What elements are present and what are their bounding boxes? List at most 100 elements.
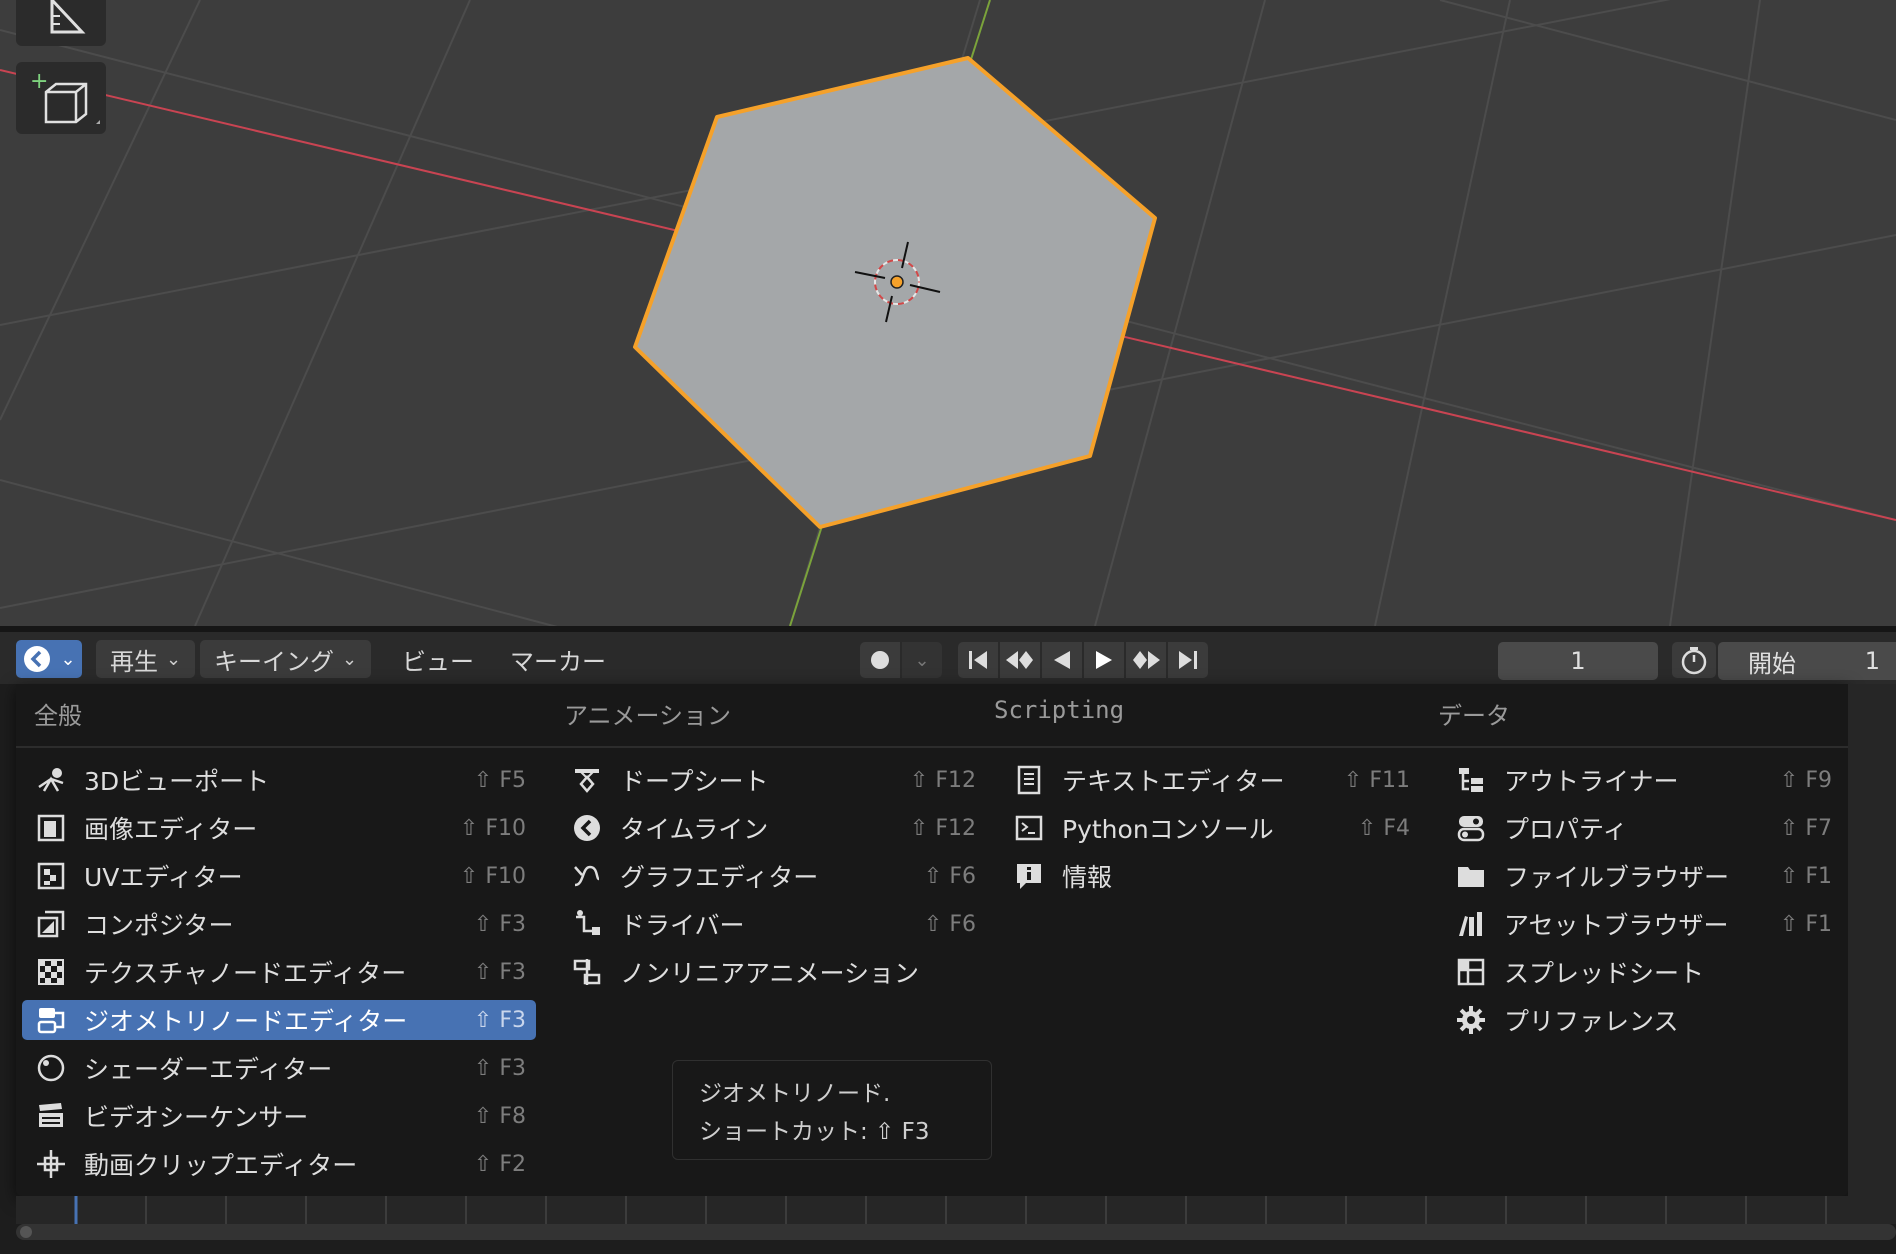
timeline-scrollbar[interactable]: [16, 1224, 1896, 1240]
jump-to-keyframe-back-button[interactable]: [1000, 642, 1040, 678]
menu-item-label: アセットブラウザー: [1504, 911, 1729, 940]
menu-item-outliner[interactable]: アウトライナー ⇧ F9: [1442, 760, 1842, 800]
marker-menu[interactable]: マーカー: [498, 640, 618, 678]
column-heading-animation: アニメーション: [564, 702, 732, 730]
keying-menu[interactable]: キーイング ⌄: [200, 640, 372, 678]
timeline-icon: [24, 646, 51, 672]
shader-editor-icon: [34, 1051, 68, 1085]
menu-item-label: ビデオシーケンサー: [84, 1103, 309, 1132]
play-reverse-icon: [1054, 651, 1070, 669]
menu-item-label: 動画クリップエディター: [84, 1151, 358, 1180]
prev-keyframe-icon: [1006, 651, 1033, 669]
scrollbar-handle[interactable]: [20, 1226, 32, 1238]
menu-item-3d-viewport[interactable]: 3Dビューポート ⇧ F5: [22, 760, 536, 800]
menu-item-shortcut: ⇧ F5: [473, 767, 526, 793]
timeline-frame-ruler[interactable]: [16, 1196, 1896, 1224]
view-menu[interactable]: ビュー: [390, 640, 486, 678]
menu-item-label: シェーダーエディター: [84, 1055, 333, 1084]
menu-item-dopesheet[interactable]: ドープシート ⇧ F12: [558, 760, 986, 800]
menu-item-label: ドライバー: [620, 911, 745, 940]
next-keyframe-icon: [1133, 651, 1160, 669]
timeline-icon: [570, 811, 604, 845]
jump-start-icon: [969, 651, 987, 669]
menu-item-label: 情報: [1062, 863, 1113, 892]
measure-tool-button[interactable]: [16, 0, 106, 46]
menu-item-shortcut: ⇧ F1: [1779, 911, 1832, 937]
jump-to-start-button[interactable]: [958, 642, 998, 678]
editor-type-button[interactable]: ⌄: [16, 640, 82, 678]
add-cube-icon: +: [30, 69, 100, 124]
menu-item-drivers[interactable]: ドライバー ⇧ F6: [558, 904, 986, 944]
chevron-down-icon: ⌄: [342, 648, 358, 670]
preview-range-toggle[interactable]: [1672, 642, 1716, 678]
menu-item-shortcut: ⇧ F3: [473, 959, 526, 985]
menu-item-timeline[interactable]: タイムライン ⇧ F12: [558, 808, 986, 848]
menu-item-file-browser[interactable]: ファイルブラウザー ⇧ F1: [1442, 856, 1842, 896]
menu-item-graph-editor[interactable]: グラフエディター ⇧ F6: [558, 856, 986, 896]
menu-item-label: テクスチャノードエディター: [84, 959, 407, 988]
menu-item-movie-clip-editor[interactable]: 動画クリップエディター ⇧ F2: [22, 1144, 536, 1184]
menu-item-nonlinear-animation[interactable]: ノンリニアアニメーション: [558, 952, 986, 992]
menu-item-preferences[interactable]: プリファレンス: [1442, 1000, 1842, 1040]
viewport-grid: [0, 0, 1896, 626]
menu-item-label: タイムライン: [620, 815, 769, 844]
graph-editor-icon: [570, 859, 604, 893]
compositor-icon: [34, 907, 68, 941]
menu-item-label: プロパティ: [1504, 815, 1628, 844]
current-frame-field[interactable]: 1: [1498, 642, 1658, 680]
info-icon: [1012, 859, 1046, 893]
menu-item-asset-browser[interactable]: アセットブラウザー ⇧ F1: [1442, 904, 1842, 944]
menu-item-shortcut: ⇧ F3: [473, 1055, 526, 1081]
svg-text:+: +: [30, 69, 48, 94]
uv-editor-icon: [34, 859, 68, 893]
auto-keying-button[interactable]: [860, 642, 900, 678]
menu-item-shortcut: ⇧ F12: [909, 767, 976, 793]
menu-item-shortcut: ⇧ F12: [909, 815, 976, 841]
menu-item-shortcut: ⇧ F6: [923, 863, 976, 889]
asset-browser-icon: [1454, 907, 1488, 941]
menu-item-info[interactable]: 情報: [1000, 856, 1420, 896]
menu-item-python-console[interactable]: Pythonコンソール ⇧ F4: [1000, 808, 1420, 848]
menu-item-properties[interactable]: プロパティ ⇧ F7: [1442, 808, 1842, 848]
menu-item-geometry-node-editor[interactable]: ジオメトリノードエディター ⇧ F3: [22, 1000, 536, 1040]
play-icon: [1096, 651, 1112, 669]
menu-item-label: Pythonコンソール: [1062, 815, 1274, 844]
menu-item-spreadsheet[interactable]: スプレッドシート: [1442, 952, 1842, 992]
keying-set-dropdown[interactable]: ⌄: [902, 642, 942, 678]
add-cube-tool-button[interactable]: +: [16, 62, 106, 134]
jump-to-end-button[interactable]: [1168, 642, 1208, 678]
menu-item-texture-node-editor[interactable]: テクスチャノードエディター ⇧ F3: [22, 952, 536, 992]
menu-item-label: アウトライナー: [1504, 767, 1679, 796]
menu-item-text-editor[interactable]: テキストエディター ⇧ F11: [1000, 760, 1420, 800]
start-frame-field[interactable]: 開始 1: [1718, 642, 1896, 680]
video-sequencer-icon: [34, 1099, 68, 1133]
menu-item-video-sequencer[interactable]: ビデオシーケンサー ⇧ F8: [22, 1096, 536, 1136]
play-button[interactable]: [1084, 642, 1124, 678]
jump-to-keyframe-forward-button[interactable]: [1126, 642, 1166, 678]
menu-item-label: 3Dビューポート: [84, 767, 270, 796]
menu-item-image-editor[interactable]: 画像エディター ⇧ F10: [22, 808, 536, 848]
chevron-down-icon: ⌄: [914, 649, 930, 671]
menu-item-shortcut: ⇧ F8: [473, 1103, 526, 1129]
menu-item-shortcut: ⇧ F3: [473, 911, 526, 937]
3d-viewport[interactable]: +: [0, 0, 1896, 626]
outliner-icon: [1454, 763, 1488, 797]
menu-item-shortcut: ⇧ F10: [459, 815, 526, 841]
menu-item-shortcut: ⇧ F10: [459, 863, 526, 889]
text-editor-icon: [1012, 763, 1046, 797]
playback-menu[interactable]: 再生 ⌄: [96, 640, 196, 678]
chevron-down-icon: ⌄: [60, 648, 76, 670]
texture-node-icon: [34, 955, 68, 989]
menu-item-compositor[interactable]: コンポジター ⇧ F3: [22, 904, 536, 944]
timeline-region-edge: [1848, 684, 1896, 1196]
timeline-header: ⌄ 再生 ⌄ キーイング ⌄ ビュー マーカー ⌄ 1 開始 1: [0, 632, 1896, 684]
tooltip: ジオメトリノード. ショートカット: ⇧ F3: [672, 1060, 992, 1160]
object-origin: [890, 275, 904, 289]
play-reverse-button[interactable]: [1042, 642, 1082, 678]
file-browser-icon: [1454, 859, 1488, 893]
jump-end-icon: [1179, 651, 1197, 669]
menu-separator: [16, 746, 1848, 748]
properties-icon: [1454, 811, 1488, 845]
menu-item-shader-editor[interactable]: シェーダーエディター ⇧ F3: [22, 1048, 536, 1088]
menu-item-uv-editor[interactable]: UVエディター ⇧ F10: [22, 856, 536, 896]
